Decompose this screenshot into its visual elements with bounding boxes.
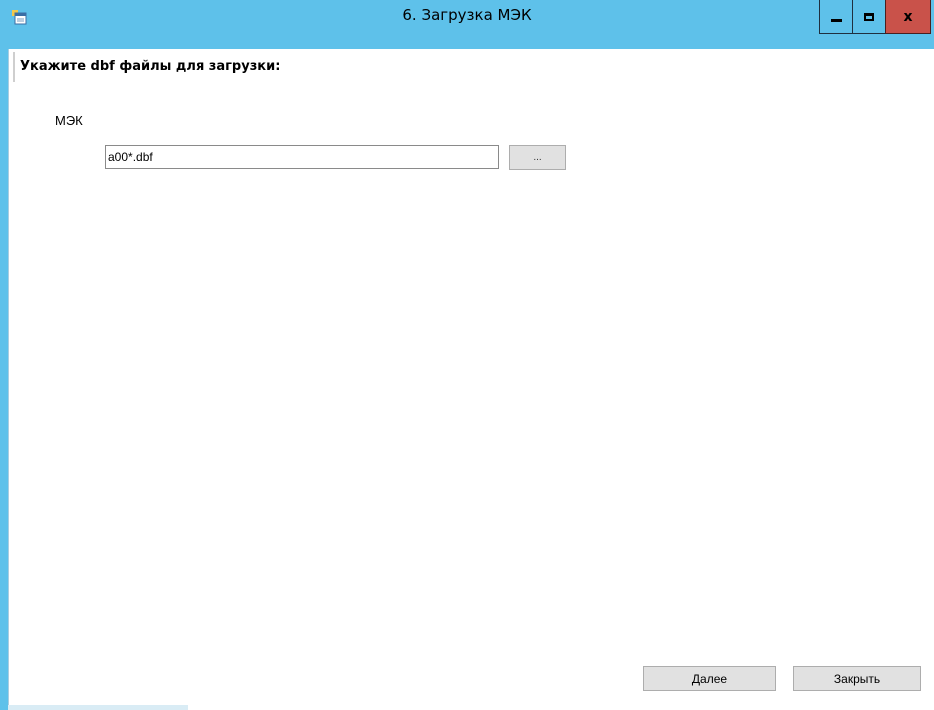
close-button[interactable]: Закрыть: [793, 666, 921, 691]
header-divider: [13, 52, 15, 82]
page-heading: Укажите dbf файлы для загрузки:: [20, 59, 281, 74]
minimize-icon: [830, 19, 842, 22]
window-bottom-edge: [8, 705, 188, 710]
next-button[interactable]: Далее: [643, 666, 776, 691]
maximize-icon: [864, 12, 874, 21]
browse-button[interactable]: ...: [509, 145, 566, 170]
window-title: 6. Загрузка МЭК: [402, 6, 532, 24]
dialog-window: 6. Загрузка МЭК x Укажите dbf файлы для …: [0, 0, 934, 710]
maximize-button[interactable]: [852, 0, 886, 34]
close-icon: x: [903, 8, 913, 25]
dialog-body: Укажите dbf файлы для загрузки: МЭК ... …: [8, 49, 934, 710]
mek-group-label: МЭК: [55, 113, 83, 128]
header-band: Укажите dbf файлы для загрузки:: [9, 49, 934, 86]
titlebar[interactable]: 6. Загрузка МЭК x: [0, 0, 934, 49]
mek-file-input[interactable]: [105, 145, 499, 169]
minimize-button[interactable]: [819, 0, 853, 34]
close-window-button[interactable]: x: [885, 0, 931, 34]
